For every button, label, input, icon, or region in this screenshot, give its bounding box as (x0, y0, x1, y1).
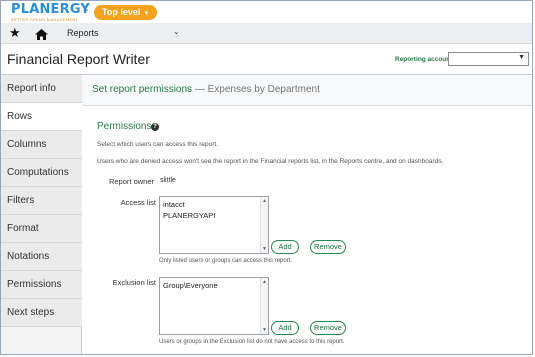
main-content: Set report permissions — Expenses by Dep… (82, 75, 532, 354)
planergy-logo[interactable]: PLANERGY BETTER SPEND MANAGEMENT (11, 2, 91, 22)
sidebar-item-report-info[interactable]: Report info (1, 75, 82, 103)
hint-select-users: Select which users can access this repor… (97, 141, 219, 148)
content-header: Set report permissions — Expenses by Dep… (82, 75, 532, 106)
access-add-button[interactable]: Add (271, 240, 299, 254)
nav-reports-menu[interactable]: Reports (67, 28, 99, 38)
nav-bar: ★ Reports ⌄ (1, 23, 532, 44)
list-item[interactable]: intacct (163, 199, 265, 210)
scroll-down-icon[interactable]: ▼ (262, 246, 267, 252)
exclusion-listbox[interactable]: Group\Everyone ▲ ▼ (159, 277, 269, 335)
sidebar: Report info Rows Columns Computations Fi… (1, 75, 83, 354)
logo-text: PLANERGY (11, 2, 91, 17)
section-title: Permissions (97, 121, 152, 132)
scroll-down-icon[interactable]: ▼ (262, 327, 267, 333)
page-header: Financial Report Writer Reporting accoun… (1, 44, 532, 75)
access-list-note: Only listed users or groups can access t… (159, 258, 293, 264)
scrollbar[interactable]: ▲ ▼ (260, 197, 268, 253)
hint-denied-access: Users who are denied access won't see th… (97, 158, 444, 165)
level-selector[interactable]: Top level ▼ (94, 5, 158, 20)
level-label: Top level (102, 7, 141, 17)
report-name: — Expenses by Department (194, 84, 320, 95)
list-item[interactable]: PLANERGYAPI (163, 210, 265, 221)
star-icon[interactable]: ★ (9, 26, 21, 40)
list-item[interactable]: Group\Everyone (163, 280, 265, 291)
exclusion-remove-button[interactable]: Remove (310, 321, 346, 335)
chevron-down-icon[interactable]: ⌄ (173, 27, 180, 36)
exclusion-add-button[interactable]: Add (271, 321, 299, 335)
report-owner-value: slittle (160, 177, 176, 184)
sidebar-item-next-steps[interactable]: Next steps (1, 299, 82, 327)
sidebar-item-columns[interactable]: Columns (1, 131, 82, 159)
reporting-accounts-label: Reporting accounts (395, 56, 457, 63)
exclusion-list-label: Exclusion list (112, 278, 156, 287)
exclusion-list-note: Users or groups in the Exclusion list do… (159, 339, 345, 345)
app-window: PLANERGY BETTER SPEND MANAGEMENT - Top l… (0, 0, 533, 355)
reporting-accounts-select[interactable]: ▼ (448, 52, 529, 66)
chevron-down-icon: ▼ (518, 54, 525, 61)
page-title: Financial Report Writer (7, 51, 150, 67)
scrollbar[interactable]: ▲ ▼ (260, 278, 268, 334)
sidebar-item-format[interactable]: Format (1, 215, 82, 243)
scroll-up-icon[interactable]: ▲ (262, 279, 267, 285)
access-remove-button[interactable]: Remove (310, 240, 346, 254)
home-icon[interactable] (35, 27, 48, 45)
sidebar-item-permissions[interactable]: Permissions (1, 271, 82, 299)
content-header-title: Set report permissions — Expenses by Dep… (92, 84, 320, 95)
access-listbox[interactable]: intacct PLANERGYAPI ▲ ▼ (159, 196, 269, 254)
report-owner-label: Report owner (108, 177, 154, 186)
sidebar-item-rows[interactable]: Rows (1, 103, 83, 131)
chevron-down-icon: ▼ (143, 11, 150, 17)
sidebar-item-notations[interactable]: Notations (1, 243, 82, 271)
logo-tagline: BETTER SPEND MANAGEMENT (11, 17, 79, 22)
sidebar-item-filters[interactable]: Filters (1, 187, 82, 215)
logo-separator: - (85, 5, 89, 16)
help-icon[interactable]: ? (151, 123, 159, 131)
scroll-up-icon[interactable]: ▲ (262, 198, 267, 204)
top-bar: PLANERGY BETTER SPEND MANAGEMENT - Top l… (1, 1, 532, 23)
access-list-label: Access list (120, 198, 156, 207)
sidebar-item-computations[interactable]: Computations (1, 159, 82, 187)
